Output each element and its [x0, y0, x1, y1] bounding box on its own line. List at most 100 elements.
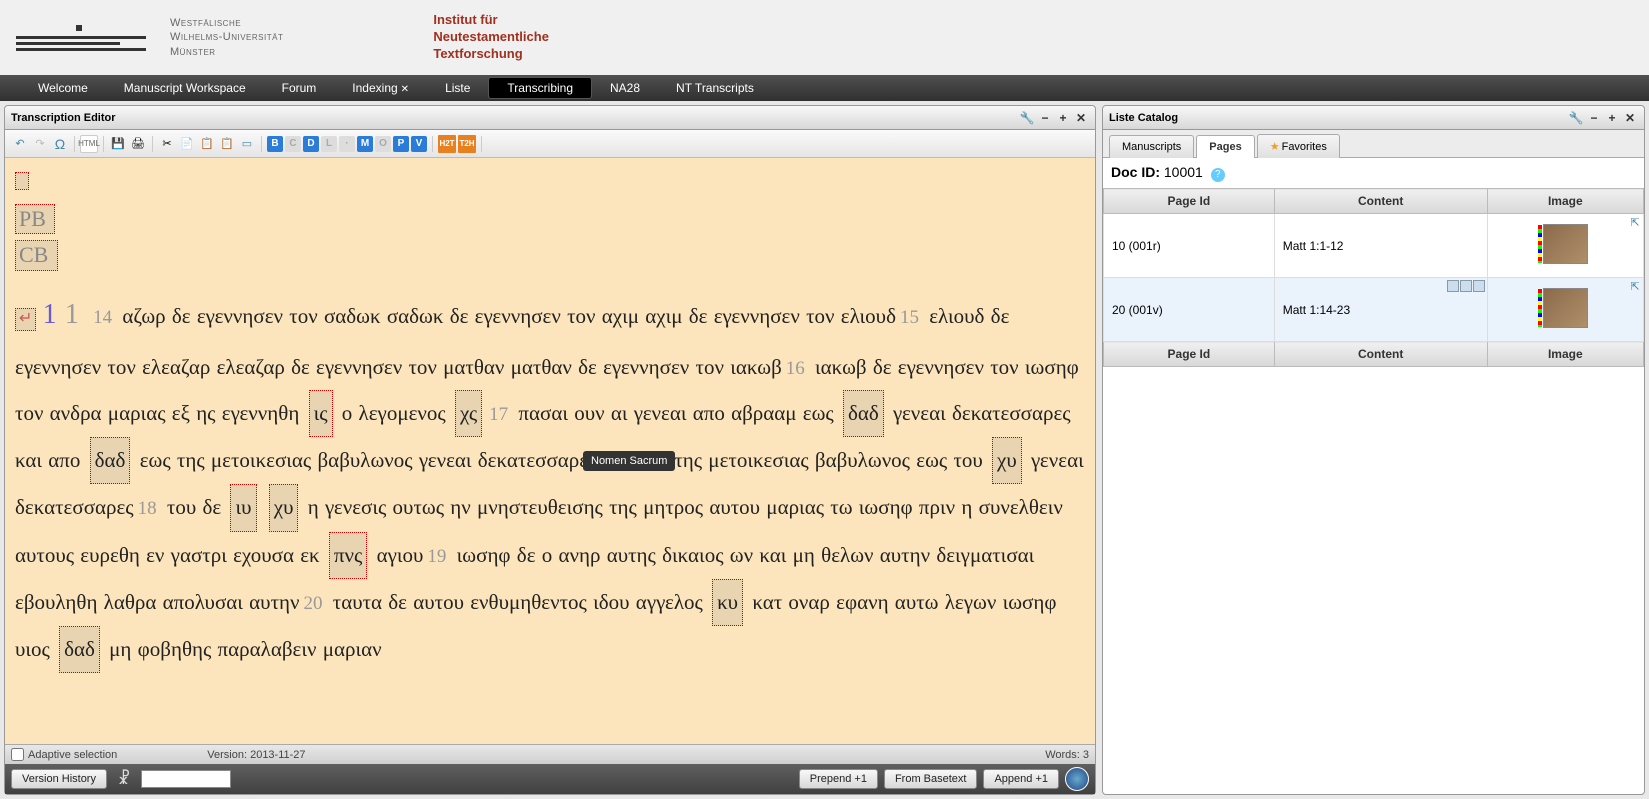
version-history-button[interactable]: Version History	[11, 769, 107, 789]
nav-liste[interactable]: Liste	[427, 75, 488, 101]
paste-special-button[interactable]: 📋	[218, 135, 236, 153]
tag-l-button[interactable]: L	[321, 136, 337, 152]
verse-number: 17	[489, 404, 508, 425]
nomen-sacrum[interactable]: δαδ	[59, 626, 100, 673]
action-icon[interactable]	[1447, 280, 1459, 292]
popout-icon[interactable]: ⇱	[1629, 216, 1641, 228]
globe-icon[interactable]	[1065, 767, 1089, 791]
close-icon[interactable]: ✕	[401, 84, 409, 95]
print-button[interactable]: 🖨	[129, 135, 147, 153]
info-icon[interactable]: ?	[1211, 168, 1225, 182]
verse-number: 16	[786, 358, 805, 379]
wrench-icon[interactable]: 🔧	[1019, 110, 1035, 126]
pages-table: Page Id Content Image 10 (001r) Matt 1:1…	[1103, 188, 1644, 367]
doc-id-row: Doc ID: 10001 ?	[1103, 158, 1644, 188]
window-button[interactable]: ▭	[238, 135, 256, 153]
prepend-button[interactable]: Prepend +1	[799, 769, 878, 789]
university-logo	[16, 13, 146, 63]
panel-title: Liste Catalog	[1109, 112, 1566, 124]
col-pageid[interactable]: Page Id	[1104, 189, 1275, 214]
nomen-sacrum[interactable]: ις	[309, 390, 333, 437]
tag-dot-button[interactable]: ·	[339, 136, 355, 152]
action-icon[interactable]	[1473, 280, 1485, 292]
cell-image[interactable]: ⇱	[1487, 214, 1643, 278]
nav-na28[interactable]: NA28	[592, 75, 658, 101]
row-action-icons[interactable]	[1447, 280, 1485, 292]
table-row[interactable]: 20 (001v) Matt 1:14-23 ⇱	[1104, 278, 1644, 342]
verse-number-large: 1	[65, 299, 79, 330]
nav-transcribing[interactable]: Transcribing	[488, 77, 592, 99]
transcription-editor-panel: Transcription Editor 🔧 − + ✕ ↶ ↷ Ω HTML …	[4, 105, 1096, 795]
col-image[interactable]: Image	[1487, 189, 1643, 214]
line-marker[interactable]: ↵	[15, 308, 36, 331]
verse-number: 18	[138, 498, 157, 519]
cell-content: Matt 1:1-12	[1274, 214, 1487, 278]
redo-button[interactable]: ↷	[31, 135, 49, 153]
table-row[interactable]: 10 (001r) Matt 1:1-12 ⇱	[1104, 214, 1644, 278]
nomen-sacrum[interactable]: δαδ	[843, 390, 884, 437]
verse-number: 19	[427, 546, 446, 567]
star-icon: ★	[1270, 141, 1280, 153]
column-break-marker[interactable]: CB	[15, 240, 58, 271]
nomen-sacrum[interactable]: χς	[455, 390, 482, 437]
nav-nttranscripts[interactable]: NT Transcripts	[658, 75, 772, 101]
tab-manuscripts[interactable]: Manuscripts	[1109, 135, 1194, 158]
editor-content[interactable]: PB CB ↵ 1 1 14 αζωρ δε εγεννησεν τον σαδ…	[5, 158, 1095, 744]
omega-button[interactable]: Ω	[51, 135, 69, 153]
footer-input[interactable]	[141, 770, 231, 788]
nomen-sacrum[interactable]: δαδ	[90, 437, 131, 484]
wrench-icon[interactable]: 🔧	[1568, 110, 1584, 126]
copy-button[interactable]: 📄	[178, 135, 196, 153]
close-icon[interactable]: ✕	[1073, 110, 1089, 126]
catalog-tabs: Manuscripts Pages ★Favorites	[1103, 130, 1644, 158]
transcription-text[interactable]: ↵ 1 1 14 αζωρ δε εγεννησεν τον σαδωκ σαδ…	[15, 285, 1085, 673]
version-label: Version: 2013-11-27	[207, 749, 305, 761]
tag-c-button[interactable]: C	[285, 136, 301, 152]
cell-image[interactable]: ⇱	[1487, 278, 1643, 342]
tag-m-button[interactable]: M	[357, 136, 373, 152]
page-break-marker[interactable]: PB	[15, 204, 55, 235]
nomen-sacrum[interactable]: χυ	[269, 484, 299, 531]
nomen-sacrum[interactable]: κυ	[712, 579, 743, 626]
tag-o-button[interactable]: O	[375, 136, 391, 152]
chi-rho-icon[interactable]: ☧	[113, 768, 135, 790]
from-basetext-button[interactable]: From Basetext	[884, 769, 978, 789]
tag-d-button[interactable]: D	[303, 136, 319, 152]
nav-workspace[interactable]: Manuscript Workspace	[106, 75, 264, 101]
cut-button[interactable]: ✂	[158, 135, 176, 153]
t2h-button[interactable]: T2H	[458, 135, 476, 153]
liste-catalog-panel: Liste Catalog 🔧 − + ✕ Manuscripts Pages …	[1102, 105, 1645, 795]
manuscript-thumbnail[interactable]	[1543, 288, 1588, 328]
col-pageid-footer: Page Id	[1104, 342, 1275, 367]
tooltip-nomen-sacrum: Nomen Sacrum	[583, 451, 675, 471]
close-icon[interactable]: ✕	[1622, 110, 1638, 126]
manuscript-thumbnail[interactable]	[1543, 224, 1588, 264]
html-button[interactable]: HTML	[80, 135, 98, 153]
nomen-sacrum[interactable]: ιυ	[230, 484, 256, 531]
tag-v-button[interactable]: V	[411, 136, 427, 152]
nav-indexing[interactable]: Indexing✕	[334, 75, 427, 101]
tab-pages[interactable]: Pages	[1196, 135, 1254, 158]
col-content[interactable]: Content	[1274, 189, 1487, 214]
minimize-icon[interactable]: −	[1037, 110, 1053, 126]
minimize-icon[interactable]: −	[1586, 110, 1602, 126]
nomen-sacrum[interactable]: πνς	[329, 532, 367, 579]
popout-icon[interactable]: ⇱	[1629, 280, 1641, 292]
h2t-button[interactable]: H2T	[438, 135, 456, 153]
adaptive-selection-label: Adaptive selection	[28, 749, 117, 761]
save-button[interactable]: 💾	[109, 135, 127, 153]
tag-p-button[interactable]: P	[393, 136, 409, 152]
action-icon[interactable]	[1460, 280, 1472, 292]
paste-button[interactable]: 📋	[198, 135, 216, 153]
nav-forum[interactable]: Forum	[264, 75, 335, 101]
maximize-icon[interactable]: +	[1055, 110, 1071, 126]
undo-button[interactable]: ↶	[11, 135, 29, 153]
maximize-icon[interactable]: +	[1604, 110, 1620, 126]
tag-b-button[interactable]: B	[267, 136, 283, 152]
nav-welcome[interactable]: Welcome	[20, 75, 106, 101]
tab-favorites[interactable]: ★Favorites	[1257, 134, 1340, 158]
append-button[interactable]: Append +1	[983, 769, 1059, 789]
adaptive-selection-checkbox[interactable]	[11, 748, 24, 761]
top-marker[interactable]	[15, 172, 29, 190]
nomen-sacrum[interactable]: χυ	[992, 437, 1022, 484]
